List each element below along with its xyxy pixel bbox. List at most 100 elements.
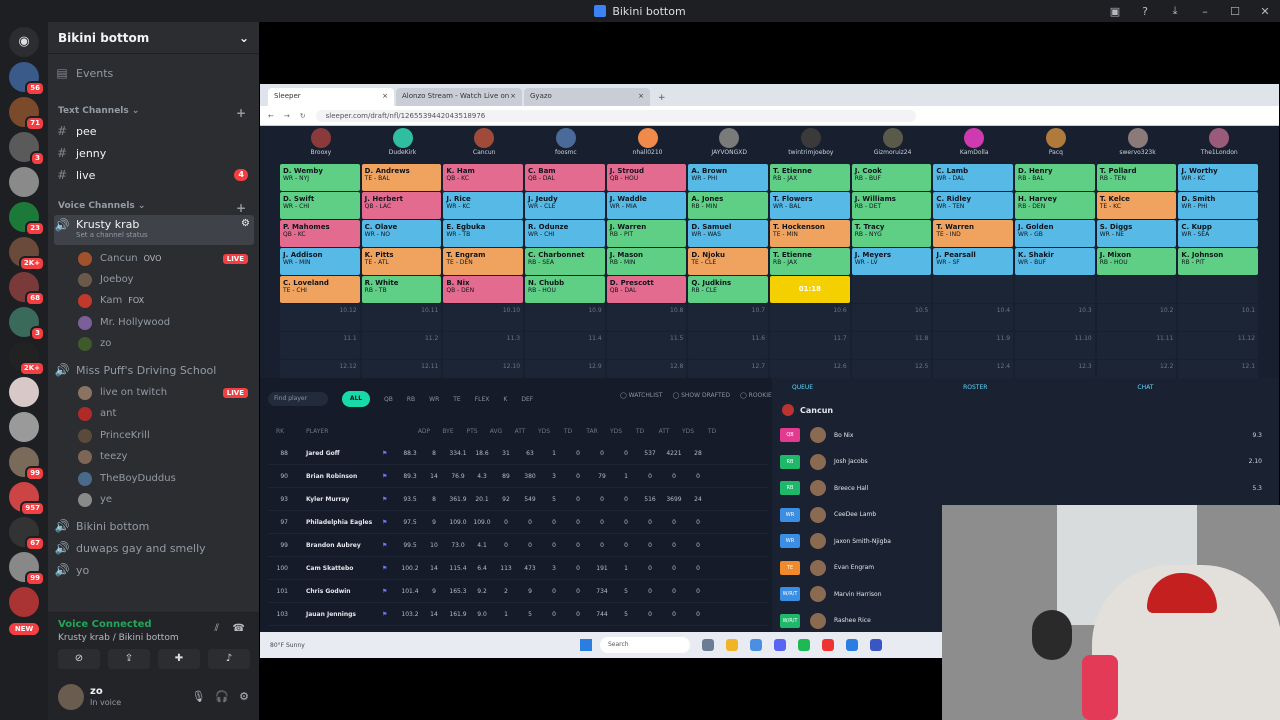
reload-icon[interactable]: ↻ xyxy=(300,112,306,120)
empty-pick-cell[interactable]: 10.2 xyxy=(1096,304,1177,331)
pick-cell[interactable]: D. Henry RB - BAL xyxy=(1015,164,1095,191)
spotify-icon[interactable] xyxy=(798,639,810,651)
player-row[interactable]: 93 Kyler Murray ⚑ 93.5 8 361.9 20.1 92 549 5 0 0 0 51… xyxy=(268,488,768,511)
column-header[interactable]: RK xyxy=(268,428,292,435)
player-row[interactable]: 88 Jared Goff ⚑ 88.3 8 334.1 18.6 31 63 1 0 0 0 537 42… xyxy=(268,442,768,465)
server-icon[interactable]: 3 xyxy=(9,132,45,166)
voice-channel-krusty-krab[interactable]: 🔊 Krusty krab Set a channel status ⚙ xyxy=(54,215,254,245)
column-header[interactable]: YDS xyxy=(604,428,628,435)
pick-cell[interactable]: D. Wemby WR - NYJ xyxy=(280,164,360,191)
opera-icon[interactable] xyxy=(822,639,834,651)
pick-cell[interactable]: J. Meyers WR - LV xyxy=(851,248,932,275)
pick-cell[interactable]: D. Njoku TE - CLE xyxy=(688,248,769,275)
empty-pick-cell[interactable]: 11.11 xyxy=(1096,332,1177,359)
close-icon[interactable]: × xyxy=(382,92,388,100)
column-header[interactable]: YDS xyxy=(532,428,556,435)
column-header[interactable]: TD xyxy=(628,428,652,435)
close-icon[interactable]: × xyxy=(510,92,516,100)
pick-cell[interactable]: T. Kelce TE - KC xyxy=(1096,192,1177,219)
pick-cell[interactable]: T. Engram TE - DEN xyxy=(443,248,524,275)
pick-timer[interactable]: 01:18 xyxy=(770,276,850,303)
pick-cell[interactable]: T. Warren TE - IND xyxy=(933,220,1014,247)
text-channels-category[interactable]: Text Channels ⌄ + xyxy=(58,106,246,120)
pick-cell[interactable]: D. Swift WR - CHI xyxy=(280,192,360,219)
server-icon[interactable] xyxy=(9,412,39,442)
tab-chat[interactable]: CHAT xyxy=(1137,384,1153,396)
pick-cell[interactable]: T. Etienne RB - JAX xyxy=(770,164,850,191)
team-header[interactable]: KamDolla xyxy=(933,128,1015,160)
discord-icon[interactable] xyxy=(774,639,786,651)
voice-user[interactable]: Joeboy xyxy=(78,270,254,289)
voice-channels-category[interactable]: Voice Channels ⌄ + xyxy=(58,201,246,215)
empty-pick-cell[interactable]: 10.5 xyxy=(851,304,932,331)
player-row[interactable]: 100 Cam Skattebo ⚑ 100.2 14 115.4 6.4 113 473 3 0 1… xyxy=(268,557,768,580)
pick-cell[interactable]: Q. Judkins RB - CLE xyxy=(688,276,769,303)
tab-queue[interactable]: QUEUE xyxy=(792,384,813,396)
pick-cell[interactable]: J. Worthy WR - KC xyxy=(1178,164,1259,191)
pick-cell[interactable]: D. Prescott QB - DAL xyxy=(606,276,687,303)
server-icon[interactable] xyxy=(9,167,39,197)
url-field[interactable]: sleeper.com/draft/nfl/126553944204351897… xyxy=(315,109,916,122)
activities-icon[interactable]: ✚ xyxy=(158,649,200,669)
pick-cell[interactable]: J. Warren RB - PIT xyxy=(606,220,687,247)
toggle-watchlist[interactable]: ◯ WATCHLIST xyxy=(620,392,662,399)
browser-tab[interactable]: Sleeper × xyxy=(268,88,394,106)
text-channel-jenny[interactable]: # jenny xyxy=(54,143,254,163)
queue-add-icon[interactable]: ⚑ xyxy=(382,496,398,503)
empty-pick-cell[interactable]: 11.8 xyxy=(851,332,932,359)
pick-cell[interactable]: J. Mixon RB - HOU xyxy=(1096,248,1177,275)
disconnect-icon[interactable]: ☎ xyxy=(233,623,245,634)
microphone-icon[interactable]: 🎙 xyxy=(191,690,205,703)
pick-cell[interactable]: C. Kupp WR - SEA xyxy=(1178,220,1259,247)
pick-cell[interactable]: K. Pitts TE - ATL xyxy=(361,248,442,275)
browser-tab[interactable]: Alonzo Stream - Watch Live on × xyxy=(396,88,522,106)
filter-all[interactable]: ALL xyxy=(342,391,370,407)
queue-item[interactable]: QB Bo Nix 9.3 xyxy=(780,422,1270,448)
empty-pick-cell[interactable]: 11.3 xyxy=(443,332,524,359)
pick-cell[interactable]: J. Golden WR - GB xyxy=(1015,220,1095,247)
column-header[interactable]: TAR xyxy=(580,428,604,435)
back-icon[interactable]: ← xyxy=(268,112,274,120)
filter-flex[interactable]: FLEX xyxy=(475,396,490,403)
empty-pick-cell[interactable]: 10.1 xyxy=(1178,304,1259,331)
server-icon[interactable]: 68 xyxy=(9,272,45,306)
server-icon[interactable]: 957 xyxy=(9,482,45,516)
windows-start-icon[interactable] xyxy=(580,639,592,651)
download-icon[interactable]: ⤓ xyxy=(1160,4,1190,18)
team-header[interactable]: Cancun xyxy=(443,128,525,160)
minimize-icon[interactable]: – xyxy=(1190,5,1220,18)
help-icon[interactable]: ? xyxy=(1130,5,1160,18)
queue-add-icon[interactable]: ⚑ xyxy=(382,611,398,618)
voice-user[interactable]: zo xyxy=(78,334,254,353)
browser-tab[interactable]: Gyazo × xyxy=(524,88,650,106)
player-row[interactable]: 99 Brandon Aubrey ⚑ 99.5 10 73.0 4.1 0 0 0 0 0 0 0 0 0 xyxy=(268,534,768,557)
empty-pick-cell[interactable]: 11.10 xyxy=(1015,332,1095,359)
player-row[interactable]: 101 Chris Godwin ⚑ 101.4 9 165.3 9.2 2 9 0 0 734 5 0 0… xyxy=(268,580,768,603)
queue-add-icon[interactable]: ⚑ xyxy=(382,450,398,457)
filter-wr[interactable]: WR xyxy=(429,396,439,403)
server-icon[interactable] xyxy=(9,377,39,407)
guild-header[interactable]: Bikini bottom ⌄ xyxy=(48,22,259,54)
empty-pick-cell[interactable]: 11.2 xyxy=(361,332,442,359)
pick-cell[interactable]: B. Nix QB - DEN xyxy=(443,276,524,303)
voice-channel-yo[interactable]: 🔊 yo xyxy=(54,560,254,580)
queue-add-icon[interactable]: ⚑ xyxy=(382,565,398,572)
server-icon[interactable]: 23 xyxy=(9,202,45,236)
pick-cell[interactable]: K. Johnson RB - PIT xyxy=(1178,248,1259,275)
pick-cell[interactable]: C. Ridley WR - TEN xyxy=(933,192,1014,219)
voice-user[interactable]: PrinceKrill xyxy=(78,426,254,445)
voice-user[interactable]: Cancun OVO LIVE xyxy=(78,249,254,268)
add-channel-icon[interactable]: + xyxy=(236,106,246,120)
queue-add-icon[interactable]: ⚑ xyxy=(382,519,398,526)
pick-cell[interactable]: J. Waddle WR - MIA xyxy=(606,192,687,219)
soundboard-icon[interactable]: ♪ xyxy=(208,649,250,669)
voice-connected-channel[interactable]: Krusty krab / Bikini bottom xyxy=(58,633,179,643)
pick-cell[interactable]: J. Addison WR - MIN xyxy=(280,248,360,275)
screen-share-icon[interactable]: ⇪ xyxy=(108,649,150,669)
empty-pick-cell[interactable]: 10.6 xyxy=(770,304,850,331)
pick-cell[interactable] xyxy=(1096,276,1177,303)
filter-te[interactable]: TE xyxy=(453,396,460,403)
pick-cell[interactable]: T. Tracy RB - NYG xyxy=(851,220,932,247)
filter-rb[interactable]: RB xyxy=(407,396,415,403)
player-row[interactable]: 103 Jauan Jennings ⚑ 103.2 14 161.9 9.0 1 5 0 0 744… xyxy=(268,603,768,626)
